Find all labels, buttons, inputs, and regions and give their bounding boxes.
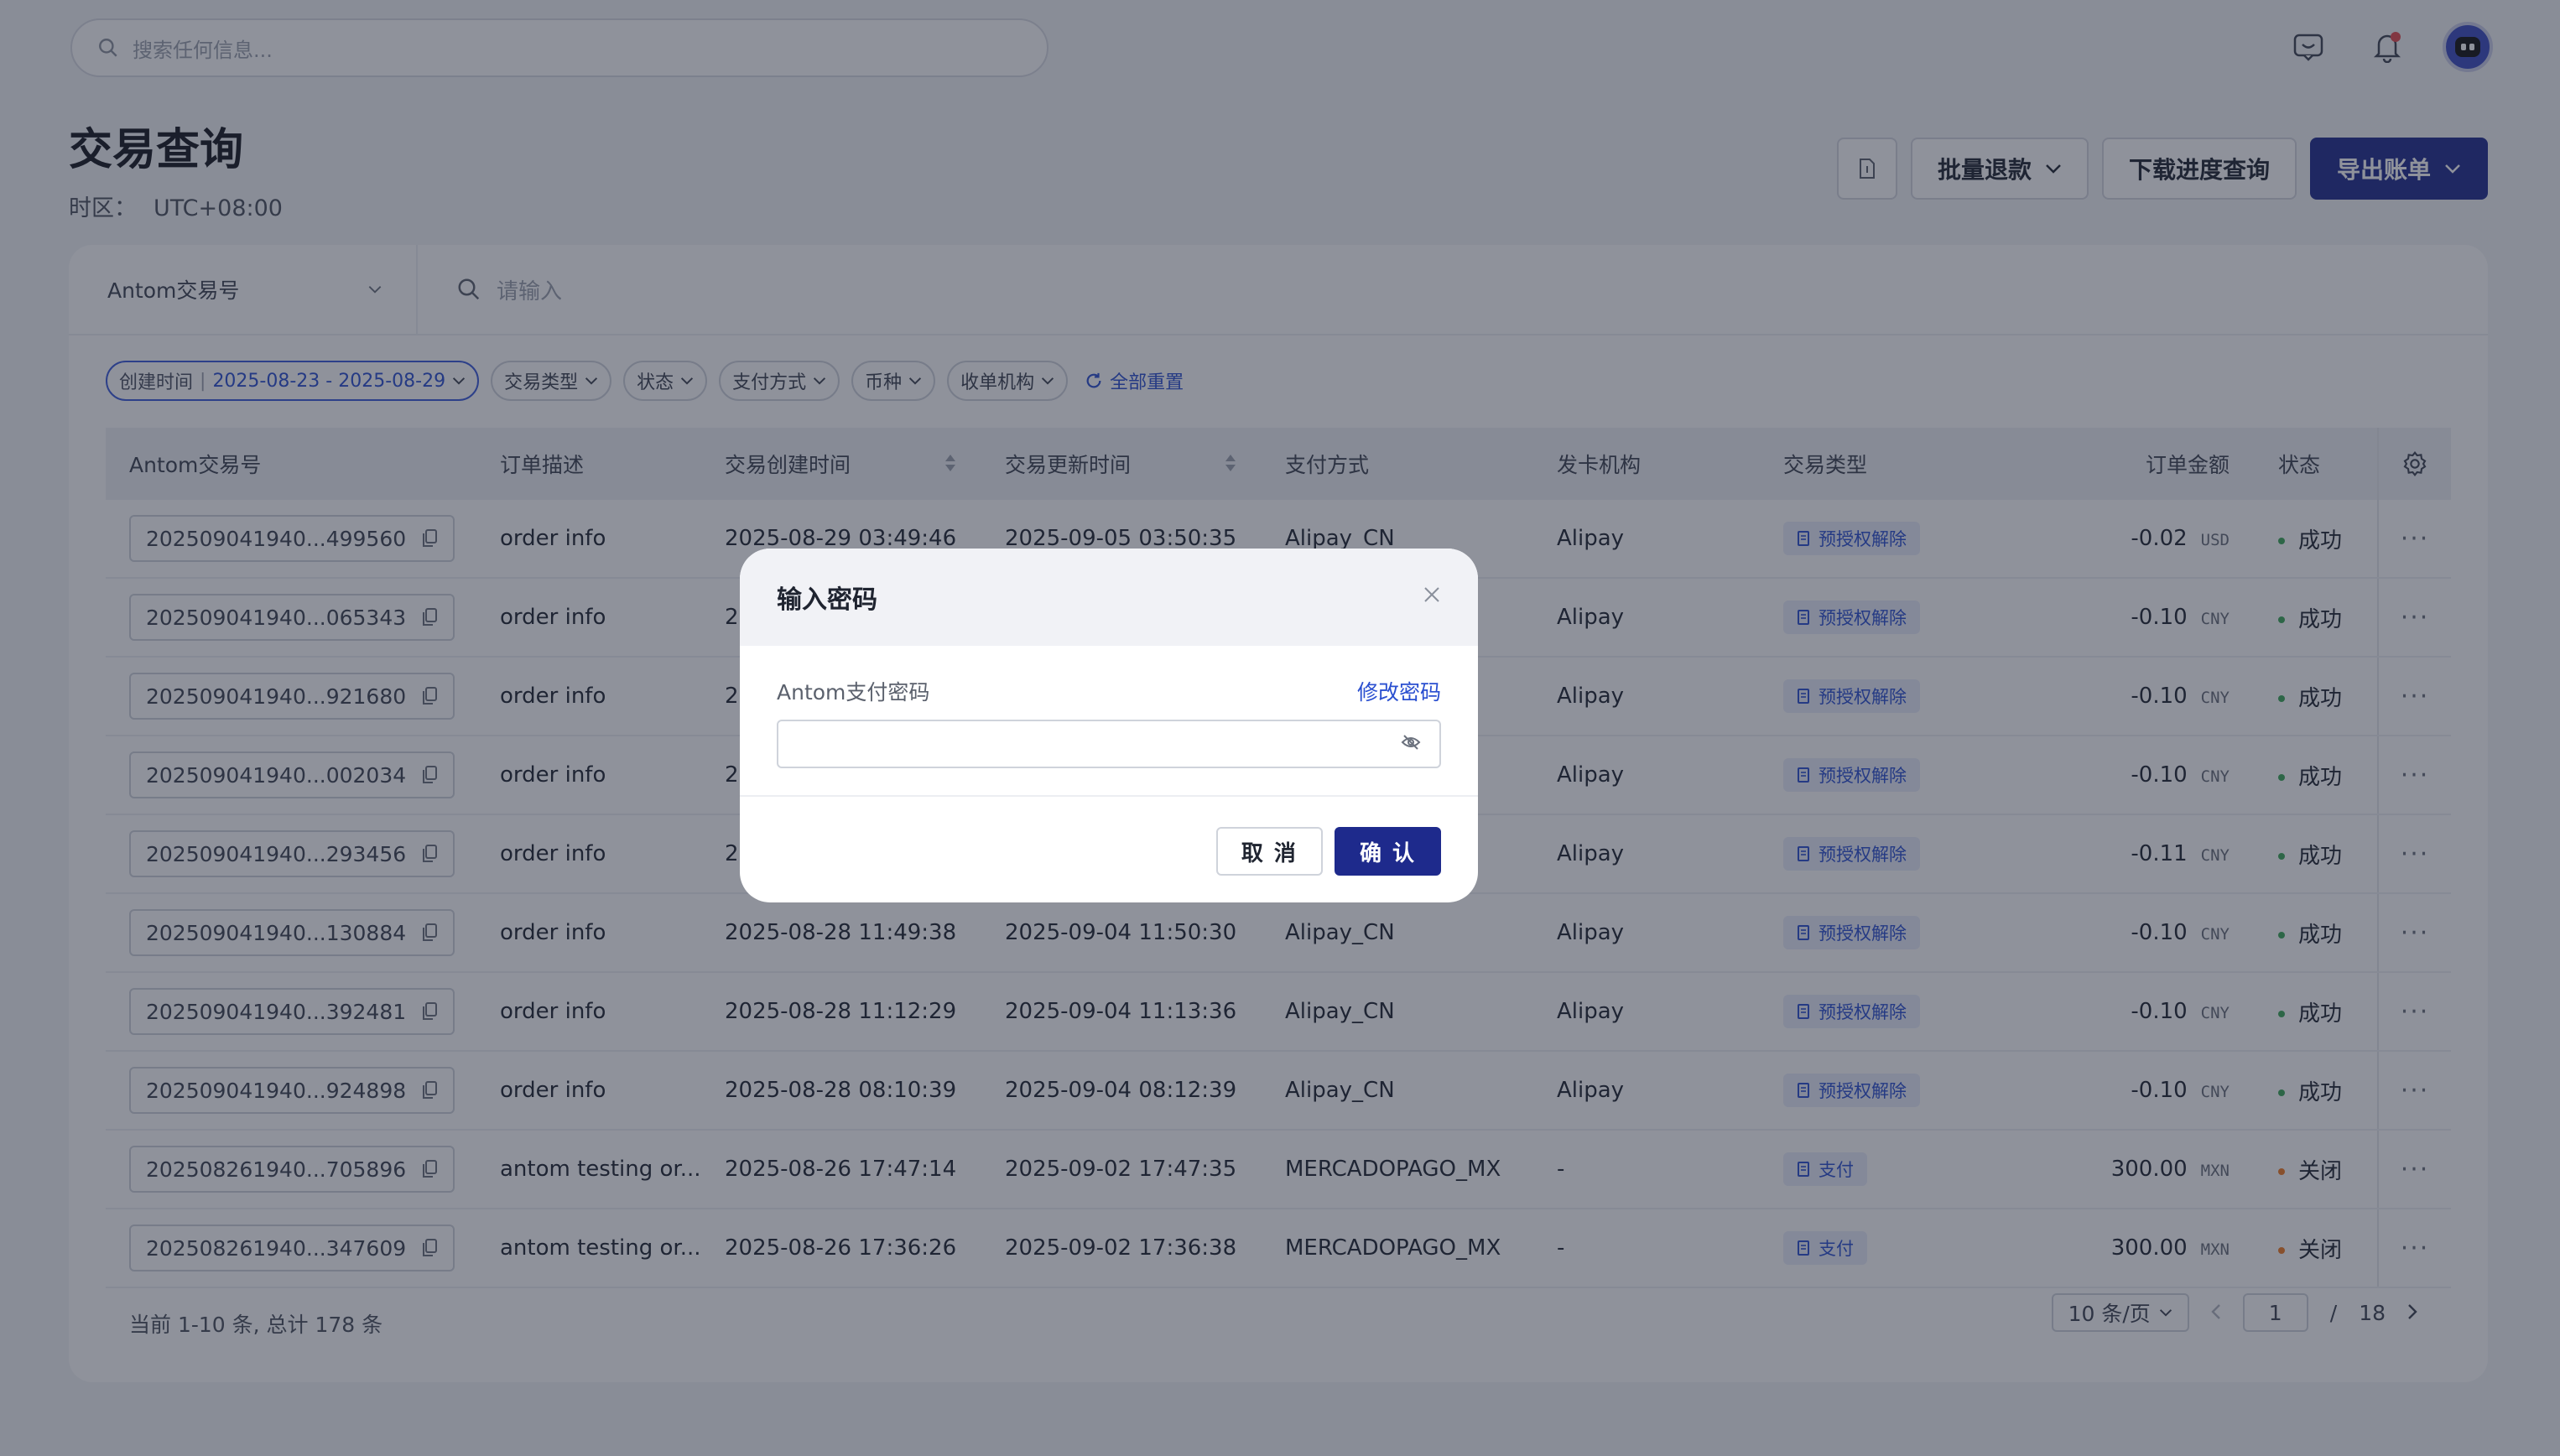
- password-input[interactable]: [777, 720, 1441, 768]
- confirm-button[interactable]: 确 认: [1334, 827, 1441, 876]
- eye-off-icon[interactable]: [1401, 731, 1421, 757]
- close-icon[interactable]: [1423, 585, 1441, 610]
- password-modal: 输入密码 Antom支付密码 修改密码 取 消 确 认: [740, 549, 1478, 902]
- change-password-link[interactable]: 修改密码: [1357, 676, 1441, 706]
- modal-title: 输入密码: [777, 585, 877, 615]
- modal-body: Antom支付密码 修改密码: [740, 646, 1478, 797]
- modal-header: 输入密码: [740, 549, 1478, 646]
- cancel-button[interactable]: 取 消: [1215, 827, 1323, 876]
- password-label: Antom支付密码: [777, 680, 930, 705]
- modal-footer: 取 消 确 认: [740, 797, 1478, 876]
